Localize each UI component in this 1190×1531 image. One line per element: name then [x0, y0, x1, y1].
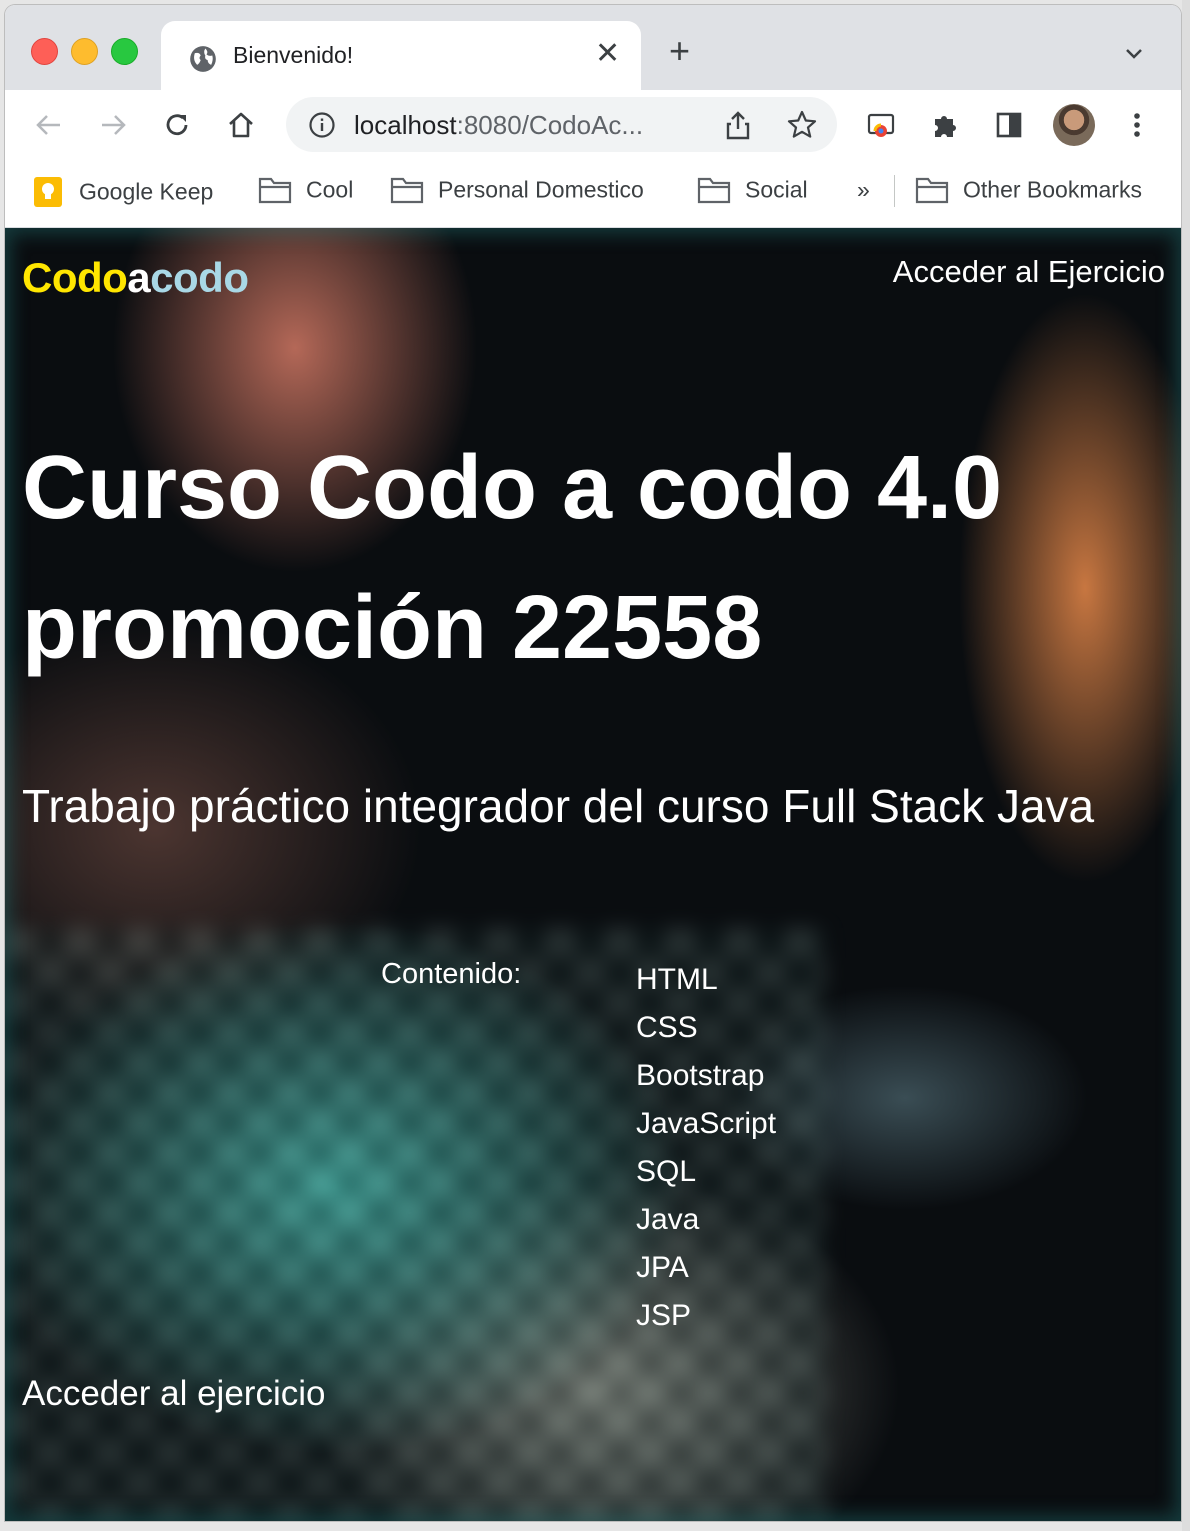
folder-icon [390, 177, 424, 204]
bookmark-folder-other-bookmarks[interactable]: Other Bookmarks [915, 175, 1142, 205]
share-icon[interactable] [723, 109, 753, 141]
more-menu-icon[interactable] [1121, 109, 1153, 141]
address-bar[interactable]: localhost:8080/CodoAc... [286, 97, 837, 152]
list-item: JSP [636, 1299, 692, 1332]
minimize-window-button[interactable] [71, 38, 98, 65]
cast-icon[interactable] [865, 109, 897, 141]
page-content: Codoacodo Acceder al Ejercicio Curso Cod… [5, 228, 1181, 1521]
close-tab-icon[interactable]: ✕ [595, 39, 620, 69]
side-panel-icon[interactable] [993, 109, 1025, 141]
browser-window: Bienvenido! ✕ + localhost:8080/CodoAc... [5, 5, 1181, 1521]
web-page: Codoacodo Acceder al Ejercicio Curso Cod… [5, 228, 1181, 1521]
page-title: Curso Codo a codo 4.0 promoción 22558 [22, 438, 1003, 678]
reload-icon[interactable] [161, 109, 193, 141]
list-item: JavaScript [636, 1107, 777, 1140]
list-item: CSS [636, 1011, 698, 1044]
folder-icon [258, 177, 292, 204]
list-item: Java [636, 1203, 700, 1236]
list-item: SQL [636, 1155, 697, 1188]
google-keep-icon [34, 177, 62, 207]
bookmarks-divider [894, 175, 895, 207]
nav-link-acceder-ejercicio[interactable]: Acceder al Ejercicio [893, 254, 1165, 290]
bookmark-google-keep[interactable]: Google Keep [31, 175, 213, 207]
folder-icon [915, 177, 949, 204]
bookmark-folder-personal-domestico[interactable]: Personal Domestico [390, 175, 644, 205]
site-info-icon[interactable] [308, 111, 336, 139]
page-subtitle: Trabajo práctico integrador del curso Fu… [22, 780, 1095, 832]
list-item: Bootstrap [636, 1059, 765, 1092]
forward-arrow-icon[interactable] [97, 109, 129, 141]
chevron-down-icon[interactable] [1123, 43, 1145, 65]
tab-title: Bienvenido! [233, 42, 354, 68]
background-window-edge [1182, 0, 1190, 1531]
footer-link-acceder-ejercicio[interactable]: Acceder al ejercicio [22, 1374, 325, 1414]
site-logo[interactable]: Codoacodo [22, 254, 249, 302]
globe-icon [190, 46, 216, 72]
contenido-label: Contenido: [381, 958, 522, 990]
folder-icon [697, 177, 731, 204]
tab-strip: Bienvenido! ✕ + [5, 5, 1181, 91]
bookmark-folder-social[interactable]: Social [697, 175, 808, 205]
bookmark-star-icon[interactable] [786, 109, 818, 141]
close-window-button[interactable] [31, 38, 58, 65]
bookmark-folder-cool[interactable]: Cool [258, 175, 353, 205]
profile-avatar[interactable] [1053, 104, 1095, 146]
back-arrow-icon[interactable] [33, 109, 65, 141]
maximize-window-button[interactable] [111, 38, 138, 65]
url-text: localhost:8080/CodoAc... [354, 110, 644, 140]
topics-list: HTML CSS Bootstrap JavaScript SQL Java J… [636, 956, 776, 1340]
new-tab-button[interactable]: + [669, 33, 690, 69]
home-icon[interactable] [225, 109, 257, 141]
list-item: JPA [636, 1251, 689, 1284]
list-item: HTML [636, 963, 718, 996]
tab-active[interactable]: Bienvenido! ✕ [161, 21, 641, 91]
bookmarks-overflow-button[interactable]: » [857, 175, 870, 205]
extensions-puzzle-icon[interactable] [929, 109, 961, 141]
